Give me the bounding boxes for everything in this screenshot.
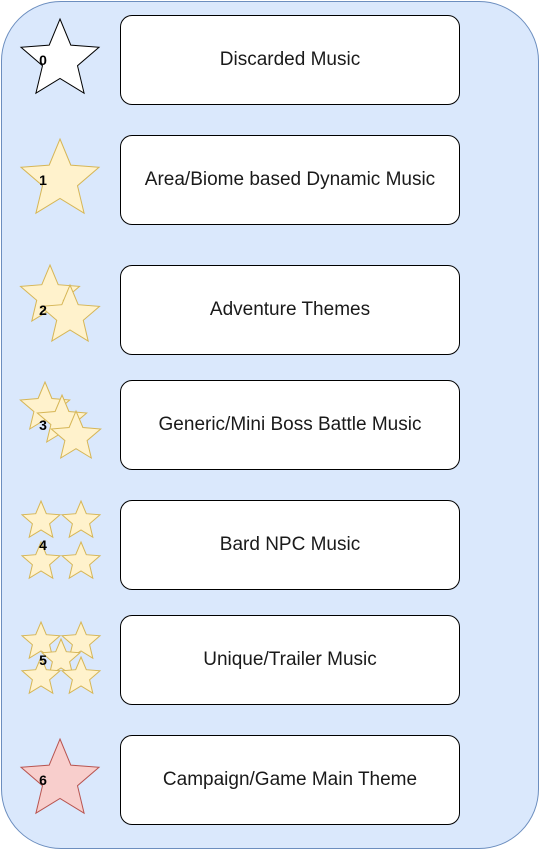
tier-6-level: 6: [39, 772, 47, 788]
tier-5-level: 5: [39, 652, 47, 668]
tier-5-card: Unique/Trailer Music: [120, 615, 460, 705]
tier-0-card: Discarded Music: [120, 15, 460, 105]
tier-3-card: Generic/Mini Boss Battle Music: [120, 380, 460, 470]
tier-1-card: Area/Biome based Dynamic Music: [120, 135, 460, 225]
tier-6-card: Campaign/Game Main Theme: [120, 735, 460, 825]
tier-2: 2 Adventure Themes: [0, 263, 541, 355]
tier-4: 4 Bard NPC Music: [0, 499, 541, 590]
tier-3: 3 Generic/Mini Boss Battle Music: [0, 380, 541, 470]
tier-1-level: 1: [39, 172, 47, 188]
tier-6: 6 Campaign/Game Main Theme: [0, 735, 541, 825]
tier-4-card: Bard NPC Music: [120, 500, 460, 590]
tier-0: 0 Discarded Music: [0, 15, 541, 105]
tier-0-level: 0: [39, 52, 47, 68]
tier-2-card: Adventure Themes: [120, 265, 460, 355]
tier-4-level: 4: [39, 537, 47, 553]
tier-5: 5 Unique/Trailer Music: [0, 615, 541, 705]
tier-1: 1 Area/Biome based Dynamic Music: [0, 135, 541, 225]
tier-2-level: 2: [39, 302, 47, 318]
tier-3-level: 3: [39, 417, 47, 433]
